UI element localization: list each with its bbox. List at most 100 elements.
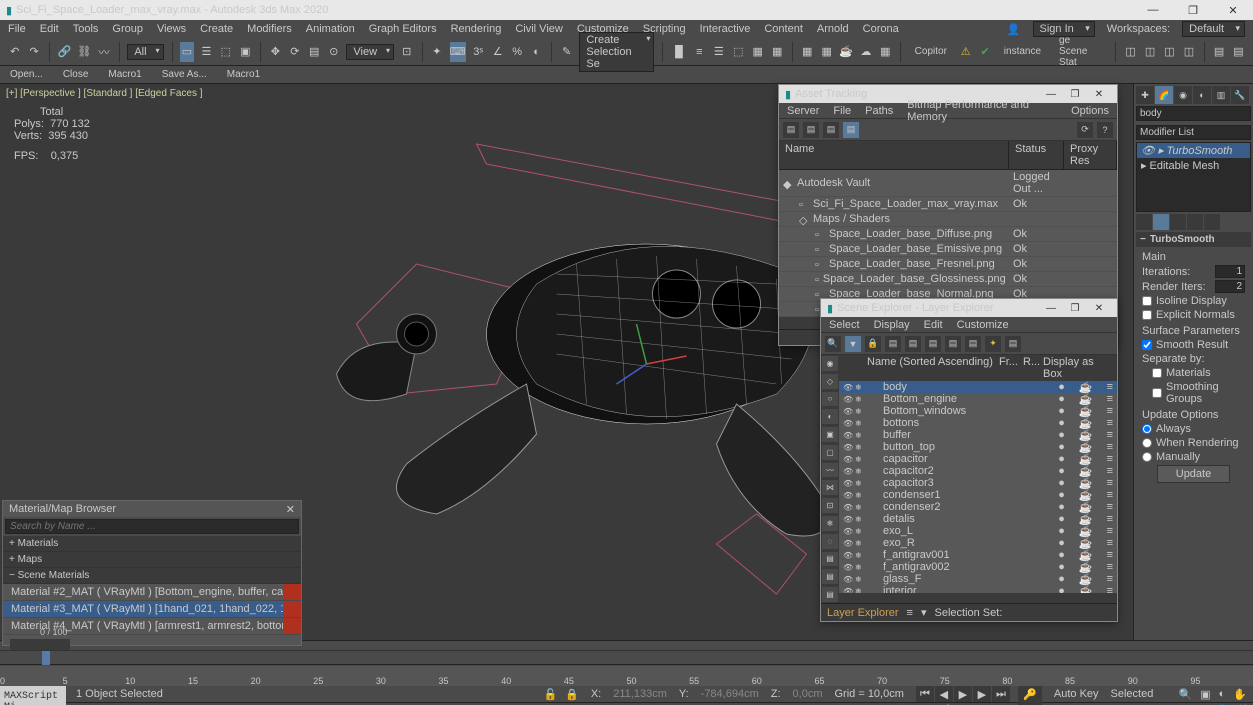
- eye-icon[interactable]: 👁: [1141, 144, 1155, 157]
- scene-tb-lock[interactable]: 🔒: [865, 336, 881, 352]
- menu-group[interactable]: Group: [112, 23, 143, 35]
- scene-row[interactable]: 👁❄f_antigrav001●☕≡: [839, 549, 1117, 561]
- keyboardshortcut-button[interactable]: ⌨: [450, 42, 466, 62]
- filter-hidden[interactable]: ◌: [822, 534, 838, 549]
- redo-button[interactable]: ↷: [27, 42, 40, 62]
- select-region-button[interactable]: ⬚: [219, 42, 232, 62]
- selection-filter-combo[interactable]: All: [127, 44, 163, 60]
- scene-foot-dropdown-icon[interactable]: ▾: [921, 606, 927, 619]
- scene-close-button[interactable]: ✕: [1087, 300, 1111, 316]
- schematic-button[interactable]: ▦: [751, 42, 764, 62]
- gizmo4-button[interactable]: ◫: [1182, 42, 1195, 62]
- scene-tb-6[interactable]: ✦: [985, 336, 1001, 352]
- scene-row[interactable]: 👁❄interior●☕≡: [839, 585, 1117, 593]
- manipulate-button[interactable]: ✦: [430, 42, 443, 62]
- asset-menu-server[interactable]: Server: [787, 105, 819, 117]
- scene-row[interactable]: 👁❄exo_L●☕≡: [839, 525, 1117, 537]
- menu-interactive[interactable]: Interactive: [700, 23, 751, 35]
- snap-button[interactable]: 3ˢ: [472, 42, 485, 62]
- gizmo3-button[interactable]: ◫: [1163, 42, 1176, 62]
- menu-arnold[interactable]: Arnold: [817, 23, 849, 35]
- scene-minimize-button[interactable]: —: [1039, 300, 1063, 316]
- iterations-spinner[interactable]: 1: [1215, 265, 1245, 278]
- scene-foot-icon[interactable]: ≡: [907, 607, 913, 619]
- material-browser-panel[interactable]: Material/Map Browser✕ Materials Maps Sce…: [2, 500, 302, 646]
- copitor-button[interactable]: Copitor: [909, 45, 953, 58]
- material-search-input[interactable]: [5, 519, 299, 534]
- scene-row[interactable]: 👁❄capacitor3●☕≡: [839, 477, 1117, 489]
- percent-snap-button[interactable]: %: [510, 42, 523, 62]
- menu-civilview[interactable]: Civil View: [515, 23, 562, 35]
- update-always-radio[interactable]: [1142, 424, 1152, 434]
- gizmo6-button[interactable]: ▤: [1232, 42, 1245, 62]
- scene-explorer-panel[interactable]: ▮ Scene Explorer - Layer Explorer — ❐ ✕ …: [820, 298, 1118, 622]
- named-selection-combo[interactable]: Create Selection Se: [579, 32, 654, 72]
- asset-tb-4[interactable]: ▤: [843, 122, 859, 138]
- asset-tb-help[interactable]: ?: [1097, 122, 1113, 138]
- scene-row[interactable]: 👁❄buffer●☕≡: [839, 429, 1117, 441]
- prev-frame-button[interactable]: ◀: [935, 686, 953, 702]
- sep-smoothgroups-checkbox[interactable]: [1152, 388, 1162, 398]
- update-manual-radio[interactable]: [1142, 452, 1152, 462]
- render-button[interactable]: ☕: [839, 42, 853, 62]
- render-iters-spinner[interactable]: 2: [1215, 280, 1245, 293]
- asset-row[interactable]: ▫Space_Loader_base_Fresnel.pngOk: [779, 257, 1117, 272]
- scene-tb-3[interactable]: ▤: [925, 336, 941, 352]
- filter-spacewarp[interactable]: 〰: [822, 463, 838, 478]
- placement-button[interactable]: ⊙: [327, 42, 340, 62]
- render-online-button[interactable]: ☁: [859, 42, 872, 62]
- nav-zoom-button[interactable]: 🔍: [1179, 688, 1193, 701]
- asset-col-status[interactable]: Status: [1009, 141, 1064, 169]
- mat-row[interactable]: Material #2_MAT ( VRayMtl ) [Bottom_engi…: [3, 584, 301, 601]
- scene-tb-2[interactable]: ▤: [905, 336, 921, 352]
- qa-macro1b[interactable]: Macro1: [227, 69, 260, 80]
- angle-snap-button[interactable]: ∠: [491, 42, 504, 62]
- asset-row[interactable]: ◆Autodesk VaultLogged Out ...: [779, 170, 1117, 197]
- nav-zoom-all-button[interactable]: ▣: [1200, 688, 1210, 701]
- asset-library-button[interactable]: ▦: [879, 42, 892, 62]
- asset-tb-1[interactable]: ▤: [783, 122, 799, 138]
- qa-saveas[interactable]: Save As...: [162, 69, 207, 80]
- gizmo5-button[interactable]: ▤: [1212, 42, 1225, 62]
- material-browser-title[interactable]: Material/Map Browser✕: [3, 501, 301, 517]
- layer-button[interactable]: ☰: [712, 42, 725, 62]
- select-name-button[interactable]: ☰: [200, 42, 213, 62]
- filter-light[interactable]: ◐: [822, 409, 838, 424]
- scene-tb-filter[interactable]: ▼: [845, 336, 861, 352]
- select-object-button[interactable]: ▭: [180, 42, 193, 62]
- scene-row[interactable]: 👁❄exo_R●☕≡: [839, 537, 1117, 549]
- asset-maximize-button[interactable]: ❐: [1063, 86, 1087, 102]
- scene-list[interactable]: 👁❄body●☕≡👁❄Bottom_engine●☕≡👁❄Bottom_wind…: [839, 381, 1117, 593]
- show-end-result-button[interactable]: [1153, 214, 1169, 230]
- asset-col-proxy[interactable]: Proxy Res: [1064, 141, 1117, 169]
- time-scrub-bar[interactable]: [0, 650, 1253, 664]
- asset-tb-refresh[interactable]: ⟳: [1077, 122, 1093, 138]
- time-marker[interactable]: [42, 651, 50, 665]
- scene-row[interactable]: 👁❄condenser1●☕≡: [839, 489, 1117, 501]
- menu-file[interactable]: File: [8, 23, 26, 35]
- make-unique-button[interactable]: [1170, 214, 1186, 230]
- scene-tb-7[interactable]: ▤: [1005, 336, 1021, 352]
- asset-row[interactable]: ▫Space_Loader_base_Glossiness.pngOk: [779, 272, 1117, 287]
- asset-row[interactable]: ▫Space_Loader_base_Diffuse.pngOk: [779, 227, 1117, 242]
- nav-pan-button[interactable]: ✋: [1233, 688, 1247, 701]
- filter-geo[interactable]: ◇: [822, 374, 838, 389]
- filter-camera[interactable]: ▣: [822, 427, 838, 442]
- asset-close-button[interactable]: ✕: [1087, 86, 1111, 102]
- lock-icon[interactable]: 🔓: [543, 688, 557, 701]
- filter-x3[interactable]: ▤: [822, 587, 838, 602]
- filter-container[interactable]: ⊡: [822, 498, 838, 513]
- asset-menu-paths[interactable]: Paths: [865, 105, 893, 117]
- configure-sets-button[interactable]: [1204, 214, 1220, 230]
- scene-tb-4[interactable]: ▤: [945, 336, 961, 352]
- filter-all[interactable]: ◉: [822, 356, 838, 371]
- minimize-button[interactable]: —: [1133, 0, 1173, 20]
- scene-row[interactable]: 👁❄Bottom_engine●☕≡: [839, 393, 1117, 405]
- lock2-icon[interactable]: 🔒: [565, 688, 579, 701]
- key-target-combo[interactable]: Selected: [1111, 688, 1171, 700]
- gizmo1-button[interactable]: ◫: [1124, 42, 1137, 62]
- mirror-button[interactable]: ▐▌: [671, 42, 687, 62]
- layer-explorer-label[interactable]: Layer Explorer: [827, 607, 899, 619]
- create-tab[interactable]: ✚: [1136, 86, 1154, 104]
- pivot-button[interactable]: ⊡: [400, 42, 413, 62]
